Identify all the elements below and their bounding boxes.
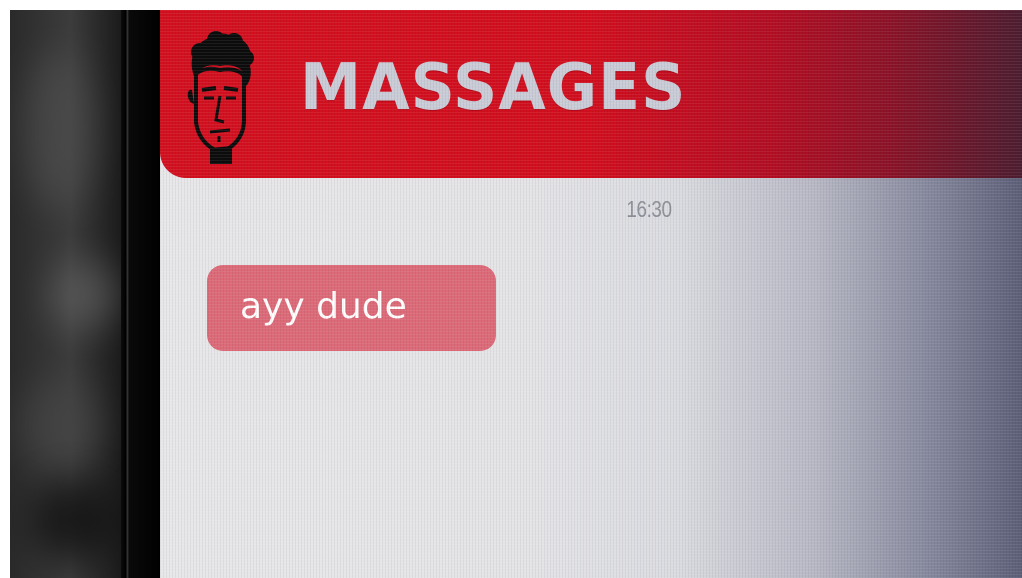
- background-blur-shape: [24, 50, 94, 210]
- app-title: MASSAGES: [300, 51, 687, 125]
- background-blur-shape: [50, 260, 120, 330]
- message-text: ayy dude: [240, 286, 407, 327]
- background-blur-shape: [30, 480, 120, 560]
- background-blur-shape: [20, 380, 100, 470]
- app-header: MASSAGES: [160, 10, 1022, 178]
- top-margin: [0, 0, 1022, 10]
- scene: MASSAGES 16:30 ayy dude: [0, 0, 1022, 578]
- phone-bezel: [121, 10, 161, 578]
- message-timestamp: 16:30: [626, 196, 672, 222]
- message-bubble[interactable]: ayy dude: [207, 265, 496, 351]
- phone-screen: MASSAGES 16:30 ayy dude: [160, 10, 1022, 578]
- man-face-icon: [187, 31, 254, 164]
